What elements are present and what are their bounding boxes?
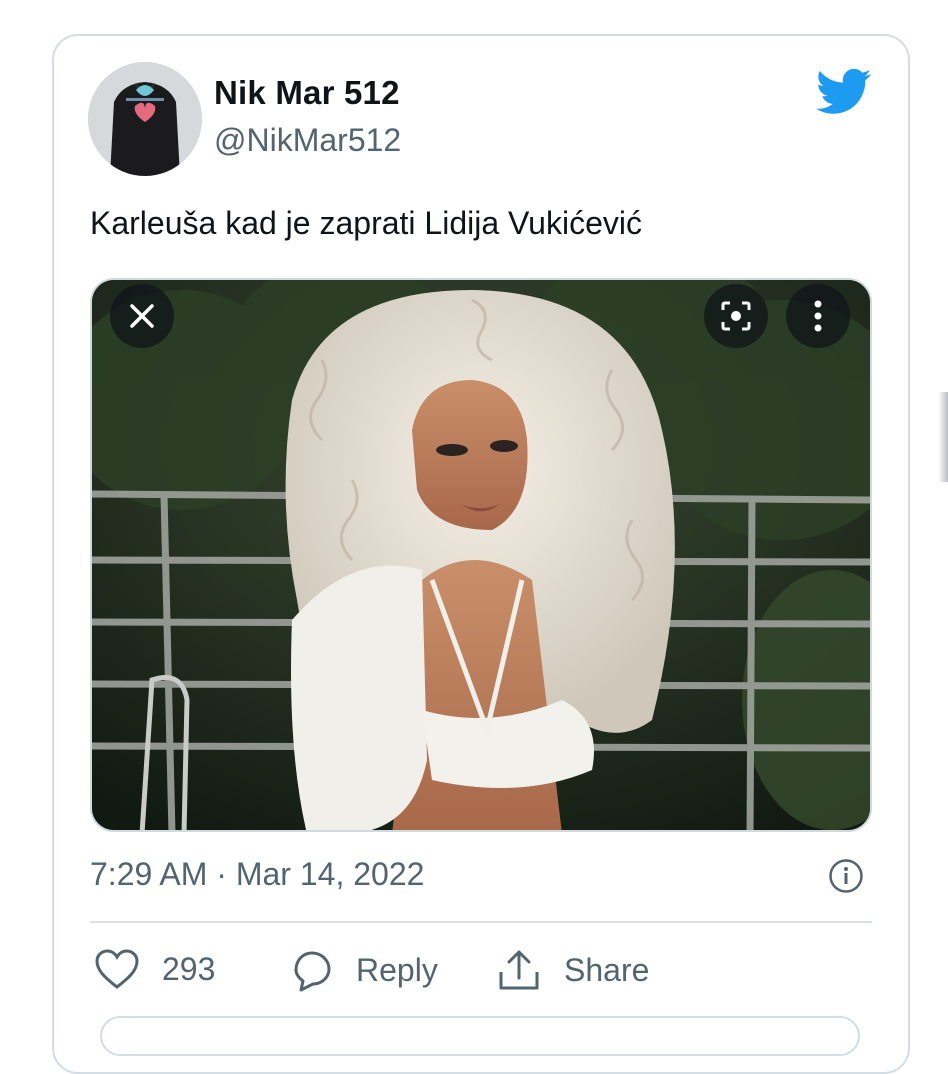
heart-icon bbox=[95, 949, 139, 989]
close-media-button[interactable] bbox=[110, 284, 174, 348]
divider bbox=[90, 921, 872, 923]
more-vertical-icon bbox=[814, 300, 822, 332]
close-icon bbox=[130, 304, 154, 328]
like-count: 293 bbox=[162, 950, 216, 987]
lens-scan-icon bbox=[721, 301, 751, 331]
share-label: Share bbox=[564, 951, 650, 988]
avatar[interactable] bbox=[88, 62, 202, 176]
reply-bubble-icon bbox=[294, 951, 331, 992]
tweet-media[interactable] bbox=[90, 278, 872, 832]
tweet-timestamp[interactable]: 7:29 AM · Mar 14, 2022 bbox=[90, 856, 424, 893]
share-upload-icon bbox=[499, 950, 539, 990]
reply-button[interactable]: Reply bbox=[288, 948, 438, 992]
author-handle[interactable]: @NikMar512 bbox=[214, 122, 401, 159]
more-options-button[interactable] bbox=[786, 284, 850, 348]
reply-label: Reply bbox=[356, 951, 438, 988]
tweet-photo bbox=[92, 280, 870, 830]
info-icon[interactable] bbox=[828, 858, 864, 894]
author-display-name[interactable]: Nik Mar 512 bbox=[214, 74, 400, 112]
tweet-text: Karleuša kad je zaprati Lidija Vukićević bbox=[90, 205, 642, 241]
share-button[interactable]: Share bbox=[496, 948, 649, 992]
read-replies-button[interactable] bbox=[100, 1016, 860, 1056]
lens-scan-button[interactable] bbox=[704, 284, 768, 348]
edge-shadow bbox=[938, 392, 948, 482]
like-button[interactable]: 293 bbox=[94, 948, 215, 990]
twitter-bird-icon[interactable] bbox=[816, 68, 872, 116]
